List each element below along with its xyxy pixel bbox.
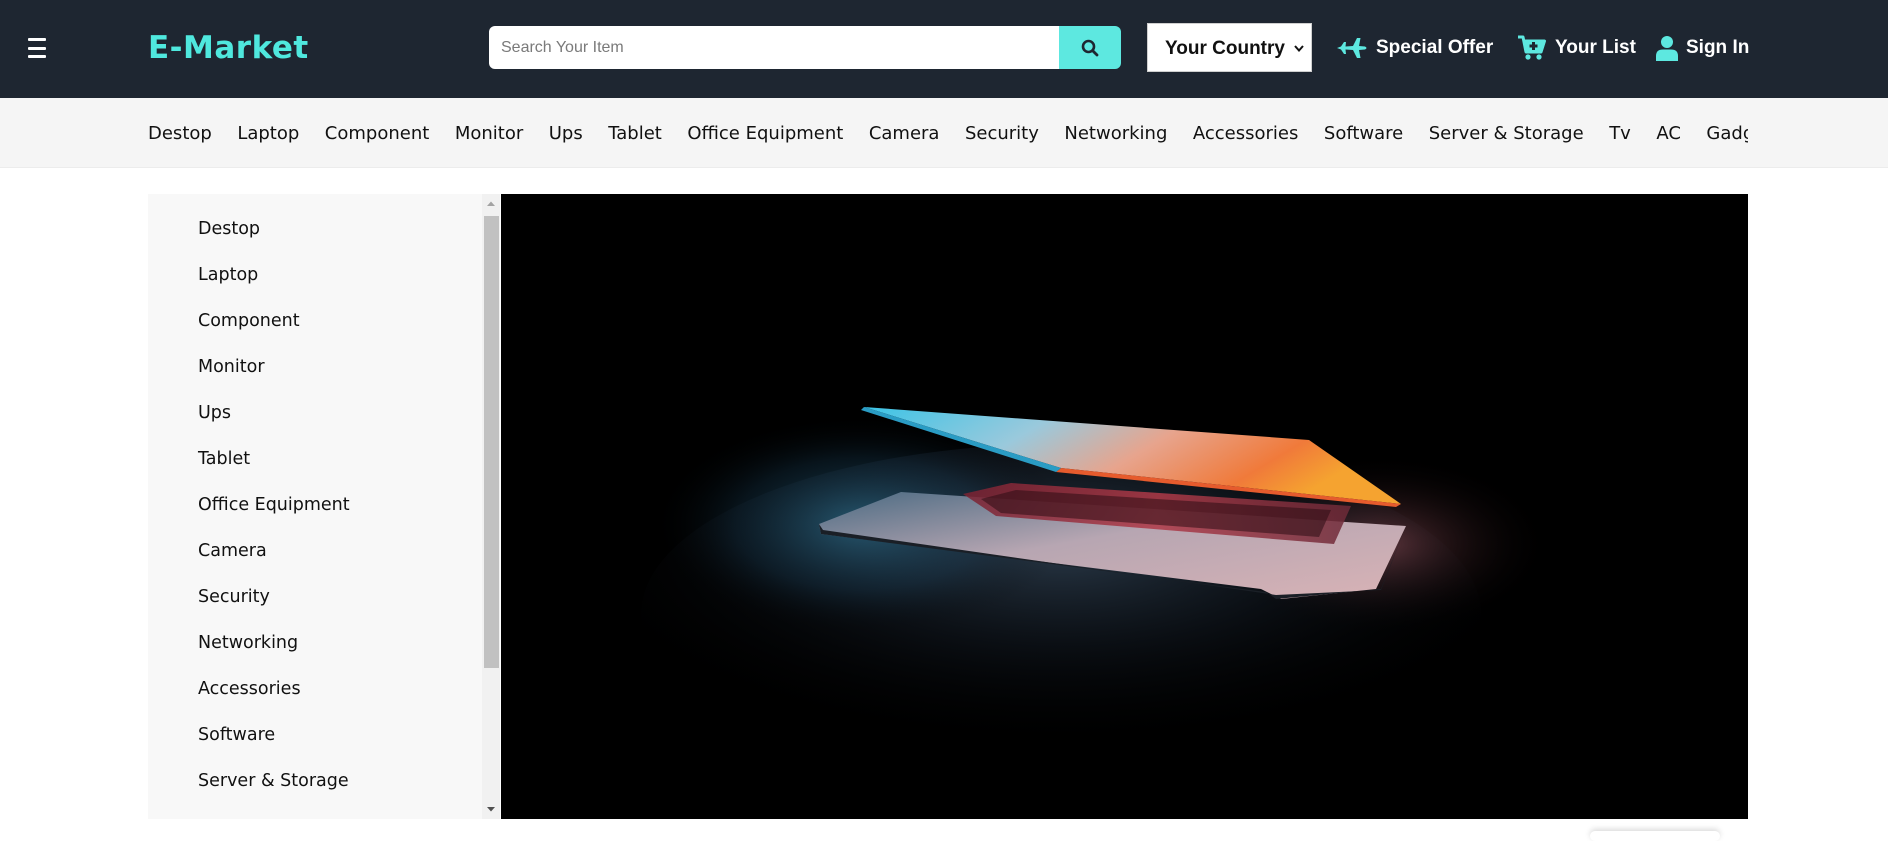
laptop-hero-image xyxy=(501,194,1748,819)
special-offer-label: Special Offer xyxy=(1376,37,1494,58)
category-nav-item[interactable]: Camera xyxy=(869,123,940,144)
search-bar xyxy=(489,26,1121,69)
special-offer-link[interactable]: Special Offer xyxy=(1336,30,1493,66)
category-nav-item[interactable]: Component xyxy=(325,123,430,144)
category-nav-item[interactable]: Monitor xyxy=(455,123,523,144)
sidebar-item[interactable]: Monitor xyxy=(148,344,480,390)
user-icon xyxy=(1656,36,1678,61)
menu-icon[interactable] xyxy=(28,38,46,58)
sign-in-link[interactable]: Sign In xyxy=(1656,30,1749,66)
sidebar-list: Destop Laptop Component Monitor Ups Tabl… xyxy=(148,194,480,804)
sidebar-item[interactable]: Accessories xyxy=(148,666,480,712)
scroll-up-arrow-icon[interactable] xyxy=(482,198,500,210)
brand-logo[interactable]: E-Market xyxy=(148,28,309,68)
scrollbar-thumb[interactable] xyxy=(484,216,499,668)
hero-banner[interactable] xyxy=(501,194,1748,819)
sidebar-item[interactable]: Destop xyxy=(148,206,480,252)
category-nav-item[interactable]: AC xyxy=(1656,123,1681,144)
category-nav-item[interactable]: Office Equipment xyxy=(687,123,843,144)
your-list-label: Your List xyxy=(1555,37,1636,58)
sidebar-item[interactable]: Office Equipment xyxy=(148,482,480,528)
category-nav: Destop Laptop Component Monitor Ups Tabl… xyxy=(0,98,1888,168)
search-input[interactable] xyxy=(489,26,1059,69)
sidebar-scrollbar[interactable] xyxy=(482,194,500,819)
category-nav-item[interactable]: Laptop xyxy=(237,123,299,144)
category-nav-item[interactable]: Server & Storage xyxy=(1429,123,1584,144)
category-sidebar: Destop Laptop Component Monitor Ups Tabl… xyxy=(148,194,500,819)
top-header: E-Market Your Country Special Offer xyxy=(0,0,1888,98)
your-list-link[interactable]: Your List xyxy=(1517,30,1636,66)
scroll-down-arrow-icon[interactable] xyxy=(482,803,500,815)
country-select[interactable]: Your Country xyxy=(1147,23,1312,72)
sidebar-item[interactable]: Tablet xyxy=(148,436,480,482)
category-nav-item[interactable]: Tv xyxy=(1609,123,1631,144)
search-icon xyxy=(1081,39,1099,56)
category-nav-item[interactable]: Software xyxy=(1324,123,1403,144)
sidebar-item[interactable]: Laptop xyxy=(148,252,480,298)
sidebar-item[interactable]: Networking xyxy=(148,620,480,666)
sign-in-label: Sign In xyxy=(1686,37,1750,58)
category-nav-list: Destop Laptop Component Monitor Ups Tabl… xyxy=(148,98,1748,168)
category-nav-item[interactable]: Destop xyxy=(148,123,212,144)
floating-card-edge xyxy=(1590,831,1720,841)
category-nav-item[interactable]: Networking xyxy=(1064,123,1167,144)
category-nav-item[interactable]: Gadget xyxy=(1706,123,1748,144)
category-nav-item[interactable]: Ups xyxy=(549,123,583,144)
country-select-value: Your Country xyxy=(1165,38,1285,59)
chevron-down-icon xyxy=(1294,45,1304,53)
category-nav-item[interactable]: Tablet xyxy=(608,123,662,144)
sidebar-item[interactable]: Software xyxy=(148,712,480,758)
airplane-icon xyxy=(1337,38,1367,58)
sidebar-item[interactable]: Camera xyxy=(148,528,480,574)
sidebar-item[interactable]: Security xyxy=(148,574,480,620)
cart-icon xyxy=(1518,35,1546,60)
sidebar-item[interactable]: Server & Storage xyxy=(148,758,480,804)
sidebar-item[interactable]: Component xyxy=(148,298,480,344)
category-nav-item[interactable]: Security xyxy=(965,123,1039,144)
sidebar-item[interactable]: Ups xyxy=(148,390,480,436)
category-nav-item[interactable]: Accessories xyxy=(1193,123,1299,144)
search-button[interactable] xyxy=(1059,26,1121,69)
